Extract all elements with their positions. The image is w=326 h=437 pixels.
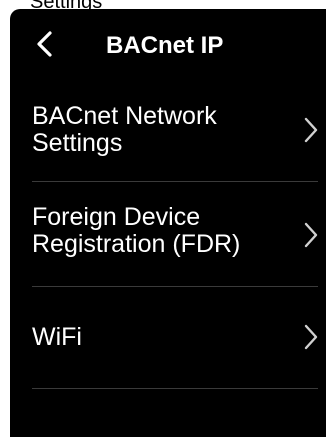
menu-item-label: WiFi [32, 323, 82, 351]
menu-item-wifi[interactable]: WiFi [10, 287, 326, 388]
menu-item-bacnet-network-settings[interactable]: BACnet Network Settings [10, 89, 326, 181]
header: BACnet IP [10, 9, 326, 79]
menu-item-foreign-device-registration[interactable]: Foreign Device Registration (FDR) [10, 182, 326, 286]
chevron-left-icon [37, 31, 52, 57]
device-screen: BACnet IP BACnet Network Settings Foreig… [10, 9, 326, 437]
menu-item-label: BACnet Network Settings [32, 102, 217, 157]
chevron-right-icon [302, 322, 320, 352]
page-title: BACnet IP [106, 32, 224, 59]
chevron-right-icon [302, 115, 320, 145]
back-button[interactable] [28, 27, 62, 61]
chevron-right-icon [302, 220, 320, 250]
menu-item-label: Foreign Device Registration (FDR) [32, 203, 241, 258]
divider [32, 388, 318, 389]
